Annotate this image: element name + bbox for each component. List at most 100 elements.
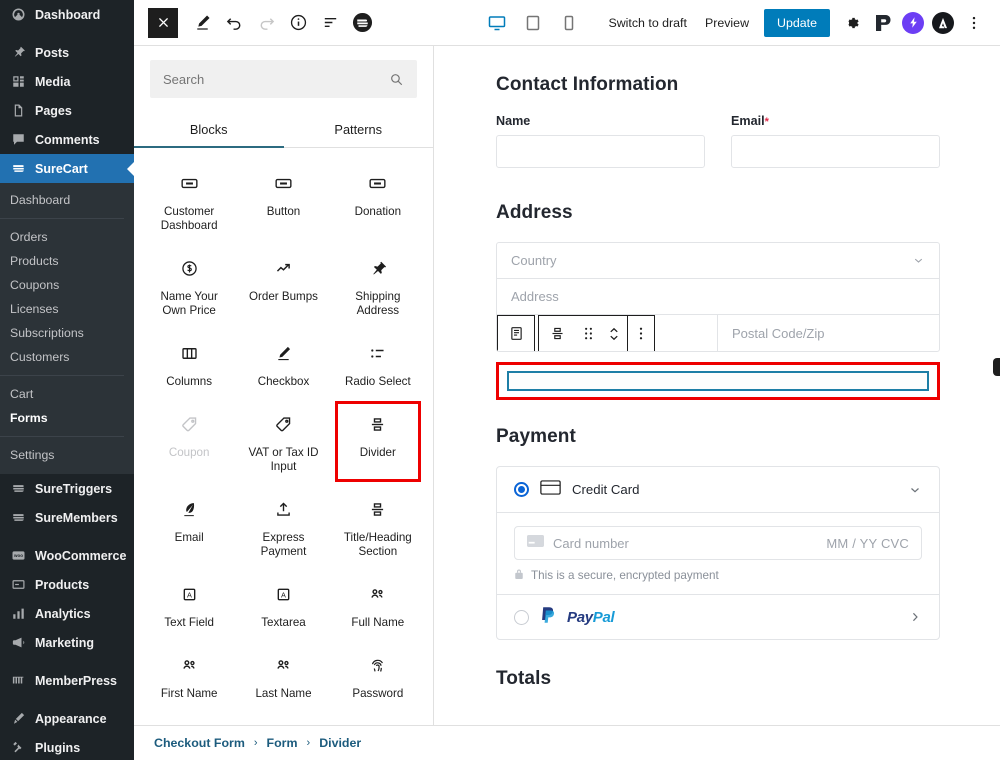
desktop-view-icon[interactable] [481,7,513,39]
block-item-textarea[interactable]: A Textarea [236,569,330,640]
block-item-donation[interactable]: Donation [331,158,425,243]
sidebar-item-memberpress[interactable]: MemberPress [0,666,134,695]
breadcrumb-item-checkout-form[interactable]: Checkout Form [154,736,245,750]
update-button[interactable]: Update [764,8,830,37]
info-icon[interactable] [282,7,314,39]
email-input[interactable] [731,135,940,168]
mobile-view-icon[interactable] [553,7,585,39]
submenu-item-products[interactable]: Products [0,249,134,273]
block-item-divider[interactable]: Divider [331,399,425,484]
tab-patterns[interactable]: Patterns [284,111,434,147]
sidebar-item-appearance[interactable]: Appearance [0,704,134,733]
breadcrumb-separator: › [253,737,258,749]
block-item-columns[interactable]: Columns [142,328,236,399]
block-item-title-heading-section[interactable]: Title/Heading Section [331,484,425,569]
sidebar-item-surecart[interactable]: SureCart [0,154,134,183]
block-item-vat-or-tax-id-input[interactable]: VAT or Tax ID Input [236,399,330,484]
edit-pencil-icon[interactable] [186,7,218,39]
paypal-option[interactable]: PayPal [497,595,939,639]
sidebar-item-suremembers[interactable]: SureMembers [0,503,134,532]
submenu-item-orders[interactable]: Orders [0,225,134,249]
more-options-icon[interactable] [958,7,990,39]
search-box[interactable] [150,60,417,98]
sidebar-item-media[interactable]: Media [0,67,134,96]
block-options-icon[interactable] [628,316,654,351]
chevron-right-icon[interactable] [908,610,922,624]
submenu-item-licenses[interactable]: Licenses [0,297,134,321]
block-type-icon[interactable] [498,316,534,351]
submenu-item-coupons[interactable]: Coupons [0,273,134,297]
name-input[interactable] [496,135,705,168]
sidebar-item-posts[interactable]: Posts [0,38,134,67]
block-item-password[interactable]: Password [331,640,425,711]
block-item-name-your-own-price[interactable]: Name Your Own Price [142,243,236,328]
block-item-first-name[interactable]: First Name [142,640,236,711]
presto-player-icon[interactable] [872,12,894,34]
sidebar-item-label: Comments [35,132,100,147]
sidebar-item-pages[interactable]: Pages [0,96,134,125]
postal-code-input[interactable]: Postal Code/Zip [718,315,939,351]
astra-badge-icon[interactable] [932,11,954,34]
drag-handle-icon[interactable] [575,316,601,351]
sidebar-item-label: SureCart [35,161,88,176]
close-icon[interactable] [148,7,178,38]
suretriggers-badge-icon[interactable] [902,11,924,34]
sidebar-item-products[interactable]: Products [0,570,134,599]
block-item-customer-dashboard[interactable]: Customer Dashboard [142,158,236,243]
block-item-order-bumps[interactable]: Order Bumps [236,243,330,328]
settings-gear-icon[interactable] [836,7,868,39]
credit-card-icon [540,479,561,500]
sidebar-item-dashboard[interactable]: Dashboard [0,0,134,29]
switch-to-draft-button[interactable]: Switch to draft [599,16,696,30]
divider-icon[interactable] [539,316,575,351]
credit-card-radio[interactable] [514,482,529,497]
address-placeholder: Address [511,289,559,304]
block-item-radio-select[interactable]: Radio Select [331,328,425,399]
redo-icon[interactable] [250,7,282,39]
block-item-checkbox[interactable]: Checkbox [236,328,330,399]
selected-divider-block[interactable] [507,371,929,391]
pin-icon [368,255,387,281]
block-item-express-payment[interactable]: Express Payment [236,484,330,569]
sidebar-item-analytics[interactable]: Analytics [0,599,134,628]
country-select[interactable]: Country [497,243,939,279]
block-item-shipping-address[interactable]: Shipping Address [331,243,425,328]
columns-icon [180,340,199,366]
sidebar-item-plugins[interactable]: Plugins [0,733,134,760]
block-item-last-name[interactable]: Last Name [236,640,330,711]
breadcrumb-separator: › [306,737,311,749]
card-number-input[interactable]: Card number MM / YY CVC [514,526,922,560]
preview-button[interactable]: Preview [696,16,758,30]
submenu-item-subscriptions[interactable]: Subscriptions [0,321,134,345]
paypal-pal-text: Pal [592,608,615,626]
sidebar-resize-handle[interactable] [993,358,1000,376]
block-item-text-field[interactable]: A Text Field [142,569,236,640]
sidebar-item-comments[interactable]: Comments [0,125,134,154]
submenu-item-forms[interactable]: Forms [0,406,134,430]
breadcrumb: Checkout Form › Form › Divider [134,725,1000,760]
move-up-down-icon[interactable] [601,316,627,351]
address-input[interactable]: Address [497,279,939,315]
block-item-full-name[interactable]: Full Name [331,569,425,640]
block-item-button[interactable]: Button [236,158,330,243]
submenu-item-dashboard[interactable]: Dashboard [0,188,134,212]
breadcrumb-item-form[interactable]: Form [267,736,298,750]
submenu-item-cart[interactable]: Cart [0,382,134,406]
credit-card-option[interactable]: Credit Card [497,467,939,513]
undo-icon[interactable] [218,7,250,39]
paypal-radio[interactable] [514,609,529,625]
block-item-email[interactable]: Email [142,484,236,569]
block-item-coupon: Coupon [142,399,236,484]
tab-blocks[interactable]: Blocks [134,111,284,148]
surecart-logo-icon[interactable] [346,7,378,39]
tablet-view-icon[interactable] [517,7,549,39]
sidebar-item-marketing[interactable]: Marketing [0,628,134,657]
submenu-item-customers[interactable]: Customers [0,345,134,369]
submenu-item-settings[interactable]: Settings [0,443,134,467]
sidebar-item-woocommerce[interactable]: woo WooCommerce [0,541,134,570]
sidebar-item-suretriggers[interactable]: SureTriggers [0,474,134,503]
search-input[interactable] [163,71,381,87]
breadcrumb-item-divider[interactable]: Divider [319,736,361,750]
chevron-down-icon[interactable] [908,483,922,497]
list-view-icon[interactable] [314,7,346,39]
